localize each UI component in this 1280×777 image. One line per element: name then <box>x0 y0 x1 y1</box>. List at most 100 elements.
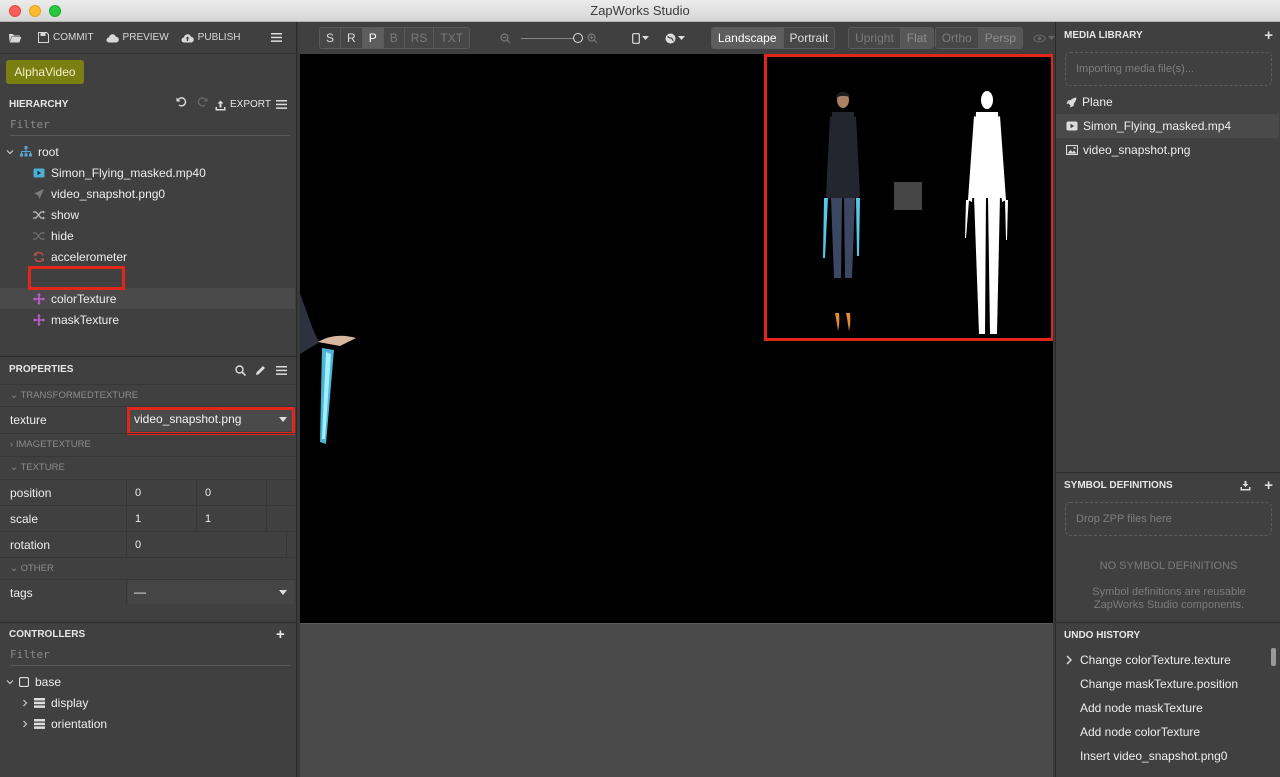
undo-history-title: UNDO HISTORY <box>1064 630 1141 641</box>
controller-display[interactable]: display <box>0 692 295 713</box>
media-item-image[interactable]: video_snapshot.png <box>1056 138 1279 162</box>
tree-item-colortexture[interactable]: colorTexture <box>0 288 295 309</box>
mode-s-button[interactable]: S <box>320 28 342 48</box>
divider <box>1056 622 1280 623</box>
section-transformedtexture[interactable]: ⌄ TRANSFORMEDTEXTURE <box>0 384 295 406</box>
section-imagetexture[interactable]: › IMAGETEXTURE <box>0 433 295 455</box>
section-label: OTHER <box>20 563 54 574</box>
controllers-filter-input[interactable]: Filter <box>10 648 290 666</box>
scale-y-field[interactable]: 1 <box>197 506 267 531</box>
controller-label: base <box>35 674 62 689</box>
tags-select-value: — <box>134 585 146 599</box>
controller-label: display <box>51 695 89 710</box>
undo-item[interactable]: Change maskTexture.position <box>1056 672 1271 696</box>
preview-button[interactable]: PREVIEW <box>106 32 169 43</box>
zoom-out-icon[interactable] <box>500 32 511 44</box>
upload-icon <box>215 100 226 110</box>
property-position: position 0 0 <box>0 479 295 505</box>
tree-item-video[interactable]: Simon_Flying_masked.mp40 <box>0 162 295 183</box>
transform-icon <box>33 292 45 305</box>
zoom-slider[interactable] <box>520 32 583 44</box>
property-label: position <box>0 480 127 505</box>
mode-txt-button[interactable]: TXT <box>434 28 469 48</box>
hierarchy-menu-icon[interactable] <box>276 100 287 109</box>
open-folder-button[interactable] <box>8 32 26 44</box>
pencil-icon[interactable] <box>255 365 266 376</box>
media-item-video[interactable]: Simon_Flying_masked.mp4 <box>1056 114 1279 138</box>
zoom-in-icon[interactable] <box>587 32 598 44</box>
media-item-plane[interactable]: Plane <box>1056 90 1279 114</box>
properties-menu-icon[interactable] <box>276 366 287 375</box>
add-controller-button[interactable]: + <box>276 624 285 646</box>
property-label: rotation <box>0 532 127 557</box>
media-library-title: MEDIA LIBRARY <box>1064 30 1143 41</box>
minimize-window-button[interactable] <box>29 5 41 17</box>
flat-button[interactable]: Flat <box>900 28 933 48</box>
persp-button[interactable]: Persp <box>978 28 1022 48</box>
mode-rs-button[interactable]: RS <box>404 28 435 48</box>
rotation-field[interactable]: 0 <box>127 532 287 557</box>
tree-root[interactable]: root <box>0 141 295 162</box>
commit-button[interactable]: COMMIT <box>38 32 94 43</box>
redo-button[interactable] <box>197 94 208 116</box>
undo-button[interactable] <box>176 94 187 116</box>
globe-icon <box>665 33 676 43</box>
refresh-icon <box>34 251 44 262</box>
upright-button[interactable]: Upright <box>849 28 901 48</box>
scene-viewport[interactable] <box>300 54 1053 623</box>
symbol-definitions-header: SYMBOL DEFINITIONS + <box>1056 474 1280 498</box>
project-toolbar: COMMIT PREVIEW PUBLISH <box>0 22 296 54</box>
environment-dropdown[interactable] <box>665 33 685 44</box>
window-titlebar: ZapWorks Studio <box>0 0 1280 22</box>
plane-icon <box>34 188 44 199</box>
section-label: TRANSFORMEDTEXTURE <box>20 390 139 401</box>
tree-item-show[interactable]: show <box>0 204 295 225</box>
tree-item-masktexture[interactable]: maskTexture <box>0 309 295 330</box>
hamburger-menu-icon[interactable] <box>271 33 282 42</box>
tree-item-hide[interactable]: hide <box>0 225 295 246</box>
mode-b-button[interactable]: B <box>383 28 405 48</box>
device-dropdown[interactable] <box>631 32 649 44</box>
landscape-button[interactable]: Landscape <box>711 28 784 48</box>
ortho-button[interactable]: Ortho <box>935 28 979 48</box>
position-x-field[interactable]: 0 <box>127 480 197 505</box>
controller-base[interactable]: base <box>0 671 295 692</box>
zoom-slider-thumb[interactable] <box>572 32 583 43</box>
preview-label: PREVIEW <box>122 32 169 43</box>
controller-orientation[interactable]: orientation <box>0 713 295 734</box>
search-icon[interactable] <box>235 365 246 376</box>
undo-item-label: Add node colorTexture <box>1080 725 1201 739</box>
mode-p-button[interactable]: P <box>362 28 384 48</box>
publish-button[interactable]: PUBLISH <box>181 32 240 43</box>
symbol-dropzone[interactable]: Drop ZPP files here <box>1065 502 1272 536</box>
hierarchy-filter-input[interactable]: Filter <box>10 118 290 136</box>
transform-mode-group: S R P B RS TXT <box>319 27 470 49</box>
tree-item-snapshot[interactable]: video_snapshot.png0 <box>0 183 295 204</box>
section-texture[interactable]: ⌄ TEXTURE <box>0 456 295 478</box>
undo-item[interactable]: Change colorTexture.texture <box>1056 648 1271 672</box>
chevron-right-icon <box>23 720 28 727</box>
tree-item-accelerometer[interactable]: accelerometer <box>0 246 295 267</box>
download-icon[interactable] <box>1240 481 1251 491</box>
hierarchy-root-icon <box>20 146 32 157</box>
undo-icon <box>176 97 187 107</box>
tags-select[interactable]: — <box>128 580 294 604</box>
scale-x-field[interactable]: 1 <box>127 506 197 531</box>
undo-item[interactable]: Insert video_snapshot.png0 <box>1056 744 1271 768</box>
section-other[interactable]: ⌄ OTHER <box>0 557 295 579</box>
chevron-down-icon: ⌄ <box>10 390 21 401</box>
export-button[interactable]: EXPORT <box>215 94 271 116</box>
position-y-field[interactable]: 0 <box>197 480 267 505</box>
project-name-button[interactable]: AlphaVideo <box>6 60 84 84</box>
mode-r-button[interactable]: R <box>341 28 363 48</box>
add-media-button[interactable]: + <box>1264 24 1273 48</box>
undo-scrollbar-thumb[interactable] <box>1271 648 1276 666</box>
portrait-button[interactable]: Portrait <box>783 28 835 48</box>
close-window-button[interactable] <box>9 5 21 17</box>
maximize-window-button[interactable] <box>49 5 61 17</box>
tree-item-label: maskTexture <box>51 312 120 327</box>
add-symbol-button[interactable]: + <box>1264 474 1273 498</box>
undo-item[interactable]: Add node maskTexture <box>1056 696 1271 720</box>
undo-item[interactable]: Add node colorTexture <box>1056 720 1271 744</box>
visibility-dropdown[interactable] <box>1032 34 1055 43</box>
